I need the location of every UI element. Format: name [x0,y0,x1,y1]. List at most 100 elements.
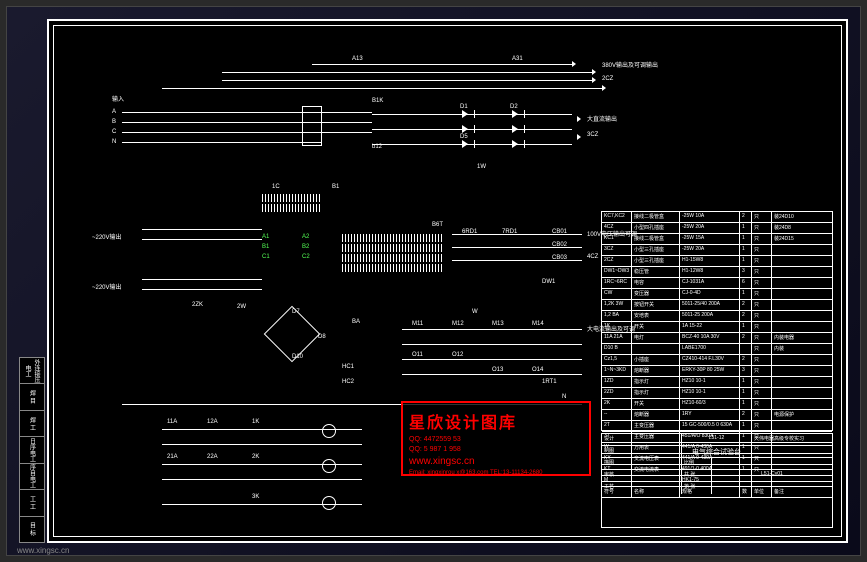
bom-cell [772,256,830,266]
ref-12a: 12A [207,419,218,425]
bom-cell: 只 [752,212,772,222]
ref-2zk: 2ZK [192,302,203,308]
ref-11a: 11A [167,419,177,425]
output-dc: 大直流输出 [587,114,617,123]
coil-b1 [262,194,322,202]
ref-a2: A2 [302,234,309,240]
bom-cell [632,344,680,354]
bom-cell: 只 [752,388,772,398]
ref-b1: B1 [262,244,269,250]
bom-cell: 3 [740,366,752,376]
bom-cell: CJ-1031A [680,278,740,288]
bom-cell: HZ10 10-1 [680,377,740,387]
ref-3k: 3K [252,494,259,500]
ref-c2: C2 [302,254,310,260]
ref-m14: M14 [532,321,544,327]
watermark-qq: QQ: 4472559 53 [409,436,583,443]
bom-cell: D10 B [602,344,632,354]
watermark-title: 星欣设计图库 [409,409,583,433]
bom-cell: 熔断器 [632,366,680,376]
bom-cell: 只 [752,223,772,233]
bom-cell: 1 [740,256,752,266]
bom-row: 4CZ小型四孔插座-25W 20A1只装24D8 [602,223,832,234]
bom-cell: 5011-25/40 200A [680,300,740,310]
bom-cell: KC1 [602,234,632,244]
bom-cell: 1 [740,421,752,431]
bom-cell: 1K [602,322,632,332]
bom-cell: 1A 15-22 [680,322,740,332]
bom-cell: -25W 20A [680,245,740,255]
ref-2w: 2W [237,304,246,310]
bom-cell: 开关 [632,322,680,332]
app-frame: 外连接压电工 焊 目 焊 工 日序电工 序目电工 工 工 目 标 A13 A31… [6,6,861,556]
input-label: 输入 [112,94,124,103]
coil [262,204,322,212]
bom-cell: -25W 15A [680,234,740,244]
bom-row: 1,2K 3W按钮开关5011-25/40 200A2只 [602,300,832,311]
bom-cell: 电灯 [632,333,680,343]
bom-row: KC7,KC2接线二极管盒-25W 10A2只装24D10 [602,212,832,223]
drawing-border: A13 A31 380V输出及可调输出 2CZ 输入 A B C N [53,25,842,537]
bom-cell: ERKY-30P 80 25W [680,366,740,376]
output-380v: 380V输出及可调输出 [602,60,658,69]
drawing-no: L51-Cy01 [712,470,832,481]
bom-cell: 2K [602,399,632,409]
bom-cell: 指示灯 [632,377,680,387]
ref-m13: M13 [492,321,504,327]
coil [342,254,442,262]
bom-cell: 1 [740,388,752,398]
ref-a1: A1 [262,234,269,240]
bom-cell: 安培表 [632,311,680,321]
bom-row: 3CZ小型三孔插座-25W 20A1只 [602,245,832,256]
bom-cell: 1 [740,377,752,387]
bom-cell: CJ-0-4D [680,289,740,299]
ref-22a: 22A [207,454,218,460]
project-no: L51-12 [682,434,752,445]
term-n: N [112,139,116,145]
sidebar-cell: 焊 目 [19,384,45,410]
sidebar-cell: 工 工 [19,490,45,516]
bom-cell: DW1~DW3 [602,267,632,277]
bom-cell: 只 [752,366,772,376]
bom-cell [772,421,830,431]
bom-row: D10 B LABE1700 只内装 [602,344,832,355]
sidebar-cell: 目 标 [19,517,45,543]
ref-b6t: B6T [432,222,443,228]
diode-d3 [462,125,468,133]
bom-cell: H1-12W8 [680,267,740,277]
watermark-email: Email: xingxinrou x@163.com TEL:13-11134… [409,470,583,476]
ref-d7: D7 [292,309,300,315]
bom-cell: -25W 20A [680,223,740,233]
bom-row: DW1~DW3稳压管H1-12W83只 [602,267,832,278]
bom-cell: 装24D10 [772,212,830,222]
ref-o12: O12 [452,352,463,358]
bom-cell: 2 [740,355,752,365]
bom-cell: LABE1700 [680,344,740,354]
bom-cell: 小型三孔插座 [632,245,680,255]
bom-cell: 只 [752,344,772,354]
bom-row: 2ZD指示灯HZ10 10-11只 [602,388,832,399]
bom-cell: 1ZD [602,377,632,387]
bom-row: 2CZ小型三孔插座H1-15W81只 [602,256,832,267]
bom-cell: 接线二极管盒 [632,234,680,244]
bom-cell: 接线二极管盒 [632,212,680,222]
bom-cell: 15 GC-500/0.5 0 630A [680,421,740,431]
bom-cell: 电源保护 [772,410,830,420]
sidebar-cell: 序目电工 [19,464,45,490]
bom-cell: 1 [740,234,752,244]
bom-cell: 1 [740,223,752,233]
bom-cell: 1 [740,322,752,332]
coil-b6t [342,234,442,242]
bom-row: CW变压器CJ-0-4D1只 [602,289,832,300]
sidebar-cell: 外连接压电工 [19,357,45,384]
bom-cell: 2 [740,333,752,343]
bom-cell: 3 [740,267,752,277]
ref-hc1: HC1 [342,364,354,370]
bom-cell: 内装 [772,344,830,354]
output-2cz: 2CZ [602,76,613,82]
bom-cell: 1 [740,399,752,409]
ref-a31: A31 [512,56,523,62]
bom-cell: 2 [740,300,752,310]
ref-n: N [562,394,566,400]
bom-row: 1~N~3KD熔断器ERKY-30P 80 25W3只 [602,366,832,377]
